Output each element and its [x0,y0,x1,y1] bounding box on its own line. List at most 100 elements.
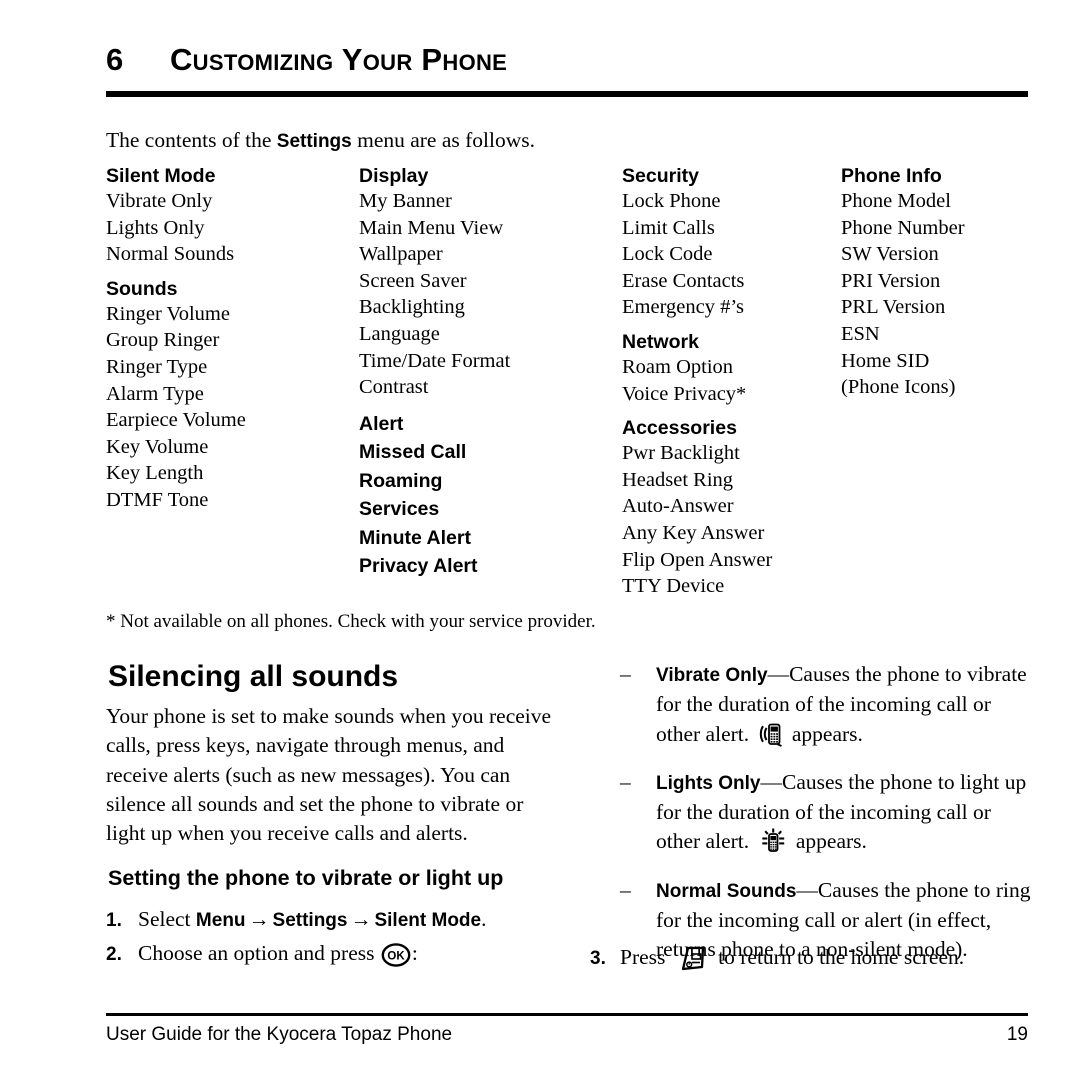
settings-menu-columns: Silent Mode Vibrate Only Lights Only Normal… [106,164,1036,597]
option-name: Normal Sounds [656,880,797,902]
menu-group-heading: Silent Mode [106,165,216,187]
menu-item: Erase Contacts [622,269,745,292]
header-divider [106,91,1028,97]
menu-column-3: Security Lock Phone Limit Calls Lock Code Er… [622,164,837,600]
option-name: Lights Only [656,772,761,794]
menu-column-4: Phone Info Phone Model Phone Number SW Vers… [841,164,1041,401]
svg-text:OK: OK [387,951,405,963]
menu-item: Wallpaper [359,243,443,266]
manual-page: 6 Customizing Your Phone The contents of… [0,0,1080,1080]
page-number: 19 [1006,1024,1028,1045]
menu-item: PRL Version [841,296,946,319]
menu-path-item: Menu [195,910,246,931]
intro-text-before: The contents of the [106,128,277,152]
section-paragraph: Your phone is set to make sounds when yo… [106,704,552,846]
menu-item: Pwr Backlight [622,442,740,465]
list-item-text: Vibrate Only—Causes the phone to vibrate… [656,662,1027,747]
menu-item: Group Ringer [106,329,220,352]
option-name: Vibrate Only [656,665,768,686]
menu-item: Time/Date Format [359,349,511,372]
menu-item: ESN [841,322,880,345]
vibrate-phone-icon [758,721,784,747]
menu-group: Accessories Pwr Backlight Headset Ring Auto… [622,416,837,600]
menu-group-heading: Accessories [622,417,737,440]
menu-item: Key Length [106,462,204,485]
menu-item: Flip Open Answer [622,548,773,571]
menu-item: Any Key Answer [622,521,765,544]
menu-item: My Banner [359,190,452,212]
menu-group-heading: Alert [359,412,404,435]
menu-item: Contrast [359,376,429,399]
step-number: 1. [106,910,122,931]
menu-item: (Phone Icons) [841,376,956,399]
menu-item: Limit Calls [622,216,715,239]
menu-column-2: Display My Banner Main Menu View Wallpaper S… [359,164,609,581]
options-bullet-list: – Vibrate Only—Causes the phone to vibrat… [620,660,1036,984]
menu-group: Sounds Ringer Volume Group Ringer Ringer Ty… [106,277,346,514]
steps-list-left: 1. Select Menu → Settings → Silent Mode. 2. Cho… [106,903,586,971]
menu-item: Home SID [841,349,930,372]
page-footer: User Guide for the Kyocera Topaz Phone 1… [106,1024,1028,1046]
footer-title: User Guide for the Kyocera Topaz Phone [106,1024,453,1045]
menu-item: DTMF Tone [106,488,209,511]
ok-button-icon: OK [381,943,411,967]
menu-item: SW Version [841,243,939,266]
menu-item: Ringer Volume [106,302,230,325]
list-item: – Vibrate Only—Causes the phone to vibrat… [620,660,1036,749]
menu-group: Silent Mode Vibrate Only Lights Only Normal… [106,164,346,268]
menu-item: Voice Privacy* [622,382,747,405]
menu-group: Security Lock Phone Limit Calls Lock Code Er… [622,164,837,321]
list-item: – Lights Only—Causes the phone to light u… [620,768,1036,857]
section-heading: Silencing all sounds [108,660,399,693]
menu-item: Normal Sounds [106,243,235,266]
menu-group-heading: Security [622,165,699,187]
menu-path-item: Silent Mode [374,910,482,931]
menu-group-heading: Network [622,330,699,353]
menu-item: Screen Saver [359,269,467,292]
intro-bold-settings: Settings [276,131,352,152]
menu-item: Vibrate Only [106,190,213,212]
menu-group: Phone Info Phone Model Phone Number SW Vers… [841,164,1041,401]
chapter-header: 6 Customizing Your Phone [106,44,1028,75]
menu-item: Emergency #’s [622,296,745,319]
step-text: Select Menu → Settings → Silent Mode. [138,907,487,931]
menu-group-heading: Roaming [359,469,443,492]
dash-bullet-icon: – [620,769,631,794]
menu-group-heading: Privacy Alert [359,555,478,578]
step-number: 2. [106,944,122,965]
menu-item: Earpiece Volume [106,409,246,432]
menu-item: Lock Code [622,243,713,266]
menu-item: Lock Phone [622,190,721,212]
menu-item: Key Volume [106,435,209,458]
numbered-step: 3. Press to return to the home screen. [590,941,1040,975]
menu-item: PRI Version [841,269,941,292]
steps-list-right: 3. Press to return to the home screen. [590,941,1040,975]
menu-item: Language [359,322,440,345]
menu-group-heading: Display [359,165,429,187]
menu-item: Backlighting [359,296,465,319]
end-call-key-icon [679,943,707,973]
arrow-icon: → [350,907,372,931]
menu-item: Auto-Answer [622,495,734,518]
menu-item: Main Menu View [359,216,504,239]
menu-item: Ringer Type [106,355,208,378]
dash-bullet-icon: – [620,662,631,686]
menu-item: Roam Option [622,355,734,378]
menu-item: Phone Number [841,216,965,239]
intro-sentence: The contents of the Settings menu are as… [106,128,535,154]
section-subheading: Setting the phone to vibrate or light up [108,866,504,890]
menu-path-item: Settings [272,910,348,931]
lights-phone-icon [759,827,787,855]
numbered-step: 1. Select Menu → Settings → Silent Mode. [106,903,586,937]
footnote: * Not available on all phones. Check wit… [106,611,596,632]
step-number: 3. [590,948,606,969]
menu-group-heading: Phone Info [841,165,942,187]
menu-item: TTY Device [622,575,725,598]
menu-group-heading: Minute Alert [359,526,471,549]
step-text: Press to return to the home screen. [620,941,964,973]
menu-item: Lights Only [106,216,205,239]
page-title: Customizing Your Phone [170,42,508,77]
menu-item: Alarm Type [106,382,204,405]
menu-item: Phone Model [841,190,951,212]
menu-group-heading: Missed Call [359,441,467,464]
